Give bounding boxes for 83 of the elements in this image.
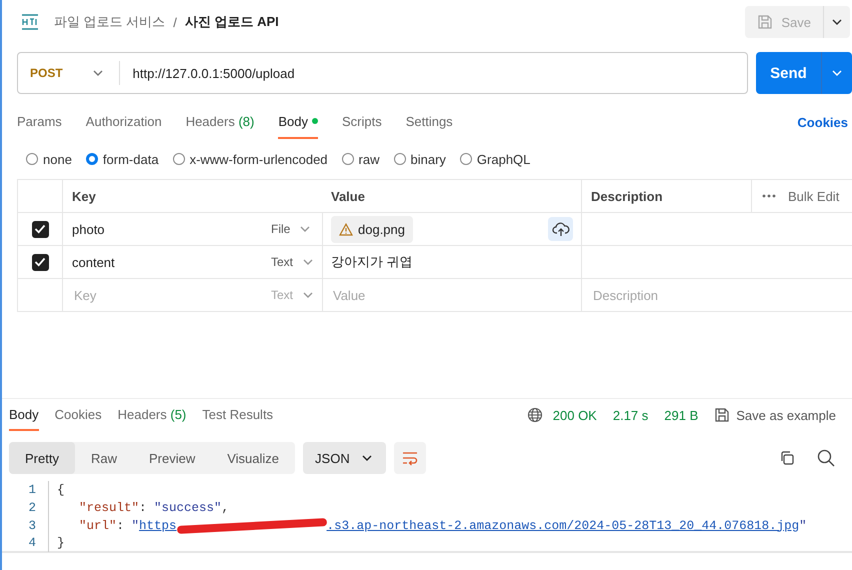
table-cell: 강아지가 귀엽: [331, 253, 413, 271]
request-tab[interactable]: Settings: [406, 105, 453, 139]
key-field[interactable]: Key: [72, 286, 254, 304]
line-number: 4: [27, 536, 37, 550]
radio-button[interactable]: [394, 153, 406, 165]
wrap-lines-button[interactable]: [394, 442, 426, 474]
request-tab[interactable]: Params: [17, 105, 62, 139]
radio-label[interactable]: form-data: [102, 152, 159, 166]
radio-button[interactable]: [172, 153, 185, 165]
request-tab[interactable]: Scripts: [342, 105, 382, 139]
checkbox[interactable]: [32, 254, 48, 270]
json-punctuation: :: [139, 500, 148, 514]
json-string: ": [132, 518, 140, 532]
radio-button[interactable]: [26, 153, 38, 165]
radio-button[interactable]: [460, 153, 472, 165]
table-cell: photo: [63, 213, 263, 246]
checkbox[interactable]: [32, 220, 48, 238]
line-number: 1: [27, 482, 37, 496]
json-string: "success": [154, 500, 222, 514]
request-tab[interactable]: Headers (8): [186, 105, 254, 139]
value-field[interactable]: Value: [331, 286, 573, 304]
json-punctuation: {: [57, 482, 65, 496]
wrap-icon: [400, 450, 419, 466]
url-field[interactable]: http://127.0.0.1:5000/upload: [120, 58, 747, 88]
view-mode-tab[interactable]: Pretty: [9, 442, 75, 474]
cookies-link[interactable]: Cookies: [797, 114, 848, 130]
breadcrumb-separator: /: [173, 14, 177, 30]
line-number: 2: [27, 500, 37, 514]
response-size[interactable]: 291 B: [664, 408, 698, 422]
response-tab[interactable]: Body: [9, 399, 39, 431]
file-chip[interactable]: dog.png: [331, 216, 413, 242]
radio-label[interactable]: binary: [410, 152, 446, 166]
breadcrumb-link[interactable]: 파일 업로드 서비스: [54, 13, 166, 31]
column-header: Description: [582, 180, 752, 213]
view-mode-tab[interactable]: Raw: [74, 442, 133, 474]
json-key: "url": [79, 518, 117, 532]
method-dropdown[interactable]: POST: [18, 61, 120, 85]
response-time[interactable]: 2.17 s: [612, 408, 648, 422]
globe-icon[interactable]: [526, 407, 543, 423]
bulk-edit-link[interactable]: Bulk Edit: [788, 188, 840, 204]
search-icon[interactable]: [817, 449, 835, 467]
response-tab[interactable]: Test Results: [202, 399, 274, 431]
json-key: "result": [79, 500, 140, 514]
radio-button[interactable]: [86, 153, 98, 165]
check-icon: [34, 257, 46, 267]
radio-label[interactable]: raw: [358, 152, 380, 166]
column-header: Key: [63, 180, 323, 213]
view-mode-tab[interactable]: Preview: [132, 442, 212, 474]
cloud-upload-icon: [552, 221, 570, 237]
view-mode-tab[interactable]: Visualize: [211, 442, 296, 474]
url-link[interactable]: .s3.ap-northeast-2.amazonaws.com/2024-05-28T13_20_44.076818.jpg: [326, 518, 800, 532]
response-tab[interactable]: Headers (5): [118, 399, 186, 431]
upload-button[interactable]: [548, 217, 573, 241]
radio-label[interactable]: none: [43, 152, 72, 166]
request-tab[interactable]: Body: [278, 105, 318, 139]
table-cell: content: [63, 246, 263, 279]
radio-button[interactable]: [342, 153, 354, 165]
status-code[interactable]: 200 OK: [552, 408, 597, 422]
type-dropdown[interactable]: File: [263, 222, 312, 236]
type-dropdown[interactable]: Text: [263, 255, 316, 269]
request-bar[interactable]: POST http://127.0.0.1:5000/upload: [17, 52, 748, 94]
url-link[interactable]: https: [139, 518, 177, 532]
radio-label[interactable]: GraphQL: [476, 152, 530, 166]
copy-icon[interactable]: [779, 450, 795, 466]
json-punctuation: ,: [222, 500, 230, 514]
more-icon[interactable]: [762, 194, 776, 198]
line-number: 3: [27, 518, 37, 532]
warning-icon: [339, 222, 353, 236]
description-field[interactable]: Description: [591, 286, 843, 304]
request-tab[interactable]: Authorization: [86, 105, 162, 139]
column-header: Value: [323, 180, 582, 213]
save-icon: [757, 14, 774, 30]
json-punctuation: }: [57, 536, 65, 550]
radio-label[interactable]: x-www-form-urlencoded: [190, 152, 328, 166]
http-icon: [20, 13, 40, 31]
json-string: ": [799, 518, 807, 532]
request-title: 사진 업로드 API: [184, 13, 279, 31]
save-icon: [714, 407, 730, 423]
check-icon: [34, 224, 46, 234]
format-dropdown[interactable]: JSON: [303, 442, 386, 474]
save-as-example-button[interactable]: Save as example: [714, 399, 836, 431]
response-tab[interactable]: Cookies: [54, 399, 102, 431]
json-punctuation: :: [116, 518, 126, 532]
